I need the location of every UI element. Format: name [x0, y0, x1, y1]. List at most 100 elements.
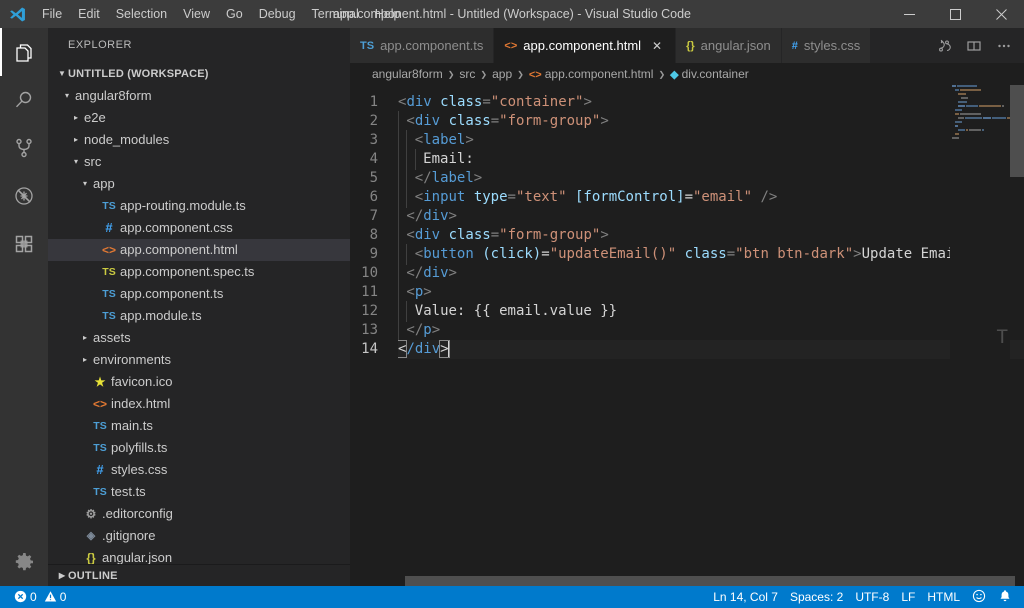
tree-item-environments[interactable]: ▸ environments: [48, 349, 350, 371]
line-number: 10: [361, 265, 378, 281]
tree-item--editorconfig[interactable]: ⚙ .editorconfig: [48, 503, 350, 525]
status-problems[interactable]: 0 0: [8, 586, 72, 608]
editor-tab-styles-css[interactable]: # styles.css: [781, 28, 872, 63]
breadcrumb-item-app[interactable]: app: [490, 67, 514, 81]
outline-section-header[interactable]: ▶ OUTLINE: [48, 564, 350, 586]
tab-label: angular.json: [700, 38, 771, 53]
activity-manage-gear-icon[interactable]: [0, 538, 48, 586]
minimap-token: [981, 129, 985, 131]
editor-tab-app-component-ts[interactable]: TS app.component.ts: [350, 28, 495, 63]
vertical-scrollbar-thumb[interactable]: [1010, 85, 1024, 177]
tree-item-app-component-ts[interactable]: TS app.component.ts: [48, 283, 350, 305]
status-cursor-position[interactable]: Ln 14, Col 7: [707, 586, 784, 608]
breadcrumb-item-angular8form[interactable]: angular8form: [370, 67, 445, 81]
status-indentation[interactable]: Spaces: 2: [784, 586, 849, 608]
tree-item-styles-css[interactable]: # styles.css: [48, 459, 350, 481]
file-tree[interactable]: ▾ angular8form ▸ e2e ▸ node_modules ▾ src ▾ app TS…: [48, 85, 350, 564]
tree-item-main-ts[interactable]: TS main.ts: [48, 415, 350, 437]
tree-item-angular-json[interactable]: {} angular.json: [48, 547, 350, 564]
menu-help[interactable]: Help: [367, 0, 409, 28]
code-line[interactable]: <div class="form-group">: [398, 111, 1024, 132]
tree-item-e2e[interactable]: ▸ e2e: [48, 107, 350, 129]
minimap-token: [968, 129, 981, 131]
close-button[interactable]: [978, 0, 1024, 28]
code-line[interactable]: <p>: [398, 282, 1024, 303]
tree-item-app-routing-module-ts[interactable]: TS app-routing.module.ts: [48, 195, 350, 217]
menu-go[interactable]: Go: [218, 0, 251, 28]
editor-tabs[interactable]: TS app.component.ts <> app.component.html ✕ {…: [350, 28, 872, 63]
editor-horizontal-scrollbar[interactable]: [350, 576, 1015, 586]
code-line[interactable]: </div>: [398, 206, 1024, 227]
status-notifications-bell-icon[interactable]: [992, 586, 1018, 608]
breadcrumb-item-src[interactable]: src: [457, 67, 477, 81]
tree-item-node-modules[interactable]: ▸ node_modules: [48, 129, 350, 151]
minimize-button[interactable]: [886, 0, 932, 28]
code-editor[interactable]: 1 2 3 4 5 6 7 8 9 10 11 12 13 14 <div class="containe…: [350, 85, 1024, 586]
menu-file[interactable]: File: [34, 0, 70, 28]
workspace-section-header[interactable]: ▼ UNTITLED (WORKSPACE): [48, 63, 350, 85]
code-line[interactable]: <button (click)="updateEmail()" class="b…: [398, 244, 1024, 265]
editor-vertical-scrollbar[interactable]: [1010, 85, 1024, 586]
breadcrumb-item-app-component-html[interactable]: <> app.component.html: [527, 67, 656, 81]
code-content[interactable]: <div class="container"> <div class="form…: [398, 85, 1024, 586]
code-line[interactable]: </p>: [398, 320, 1024, 341]
tree-item-label: node_modules: [84, 132, 170, 147]
tree-item-app-component-css[interactable]: # app.component.css: [48, 217, 350, 239]
line-number: 9: [369, 246, 378, 262]
tree-item-favicon-ico[interactable]: ★ favicon.ico: [48, 371, 350, 393]
editor-tab-angular-json[interactable]: {} angular.json: [676, 28, 782, 63]
code-line[interactable]: </div>: [398, 340, 1024, 359]
activity-debug-icon[interactable]: [0, 172, 48, 220]
tree-item-assets[interactable]: ▸ assets: [48, 327, 350, 349]
close-icon[interactable]: ✕: [649, 39, 665, 53]
breadcrumb-item-div-container[interactable]: ◆ div.container: [668, 67, 751, 81]
code-line[interactable]: </label>: [398, 168, 1024, 189]
code-line[interactable]: <input type="text" [formControl]="email"…: [398, 187, 1024, 208]
code-line[interactable]: <div class="container">: [398, 93, 1024, 112]
chevron-right-icon: ▸: [82, 355, 87, 364]
tree-item-app-component-html[interactable]: <> app.component.html: [48, 239, 350, 261]
menu-view[interactable]: View: [175, 0, 218, 28]
code-line[interactable]: Email:: [398, 149, 1024, 170]
error-count: 0: [30, 590, 37, 604]
tree-item-src[interactable]: ▾ src: [48, 151, 350, 173]
tree-item-app-module-ts[interactable]: TS app.module.ts: [48, 305, 350, 327]
maximize-button[interactable]: [932, 0, 978, 28]
horizontal-scrollbar-thumb[interactable]: [405, 576, 1015, 586]
code-line[interactable]: Value: {{ email.value }}: [398, 301, 1024, 322]
menu-edit[interactable]: Edit: [70, 0, 108, 28]
split-editor-icon[interactable]: [960, 28, 988, 63]
menu-selection[interactable]: Selection: [108, 0, 175, 28]
tree-item-app[interactable]: ▾ app: [48, 173, 350, 195]
breadcrumb[interactable]: angular8form ❯ src ❯ app ❯ <> app.component.htm…: [350, 63, 1024, 85]
breadcrumb-separator-icon: ❯: [658, 69, 666, 79]
tree-item-angular8form[interactable]: ▾ angular8form: [48, 85, 350, 107]
chevron-down-icon: ▾: [73, 157, 78, 166]
minimap-line: [950, 93, 1010, 96]
tree-item-app-component-spec-ts[interactable]: TS app.component.spec.ts: [48, 261, 350, 283]
tree-item-index-html[interactable]: <> index.html: [48, 393, 350, 415]
tree-item-test-ts[interactable]: TS test.ts: [48, 481, 350, 503]
minimap-token: [952, 137, 959, 139]
star-file-icon: ★: [94, 375, 106, 389]
code-line[interactable]: <label>: [398, 130, 1024, 151]
status-eol[interactable]: LF: [895, 586, 921, 608]
activity-extensions-icon[interactable]: [0, 220, 48, 268]
status-encoding[interactable]: UTF-8: [849, 586, 895, 608]
activity-source-control-icon[interactable]: [0, 124, 48, 172]
activity-explorer-icon[interactable]: [0, 28, 48, 76]
status-language-mode[interactable]: HTML: [921, 586, 966, 608]
code-line[interactable]: <div class="form-group">: [398, 225, 1024, 246]
tree-item--gitignore[interactable]: ◈ .gitignore: [48, 525, 350, 547]
editor-tab-app-component-html[interactable]: <> app.component.html ✕: [494, 28, 677, 63]
tree-item-polyfills-ts[interactable]: TS polyfills.ts: [48, 437, 350, 459]
status-feedback-smiley-icon[interactable]: [966, 586, 992, 608]
activity-search-icon[interactable]: [0, 76, 48, 124]
menu-terminal[interactable]: Terminal: [304, 0, 367, 28]
code-line[interactable]: </div>: [398, 263, 1024, 284]
tree-item-label: app.component.css: [120, 220, 233, 235]
open-changes-icon[interactable]: [930, 28, 958, 63]
html-file-icon: <>: [101, 243, 116, 257]
menu-debug[interactable]: Debug: [251, 0, 304, 28]
more-actions-icon[interactable]: [990, 28, 1018, 63]
